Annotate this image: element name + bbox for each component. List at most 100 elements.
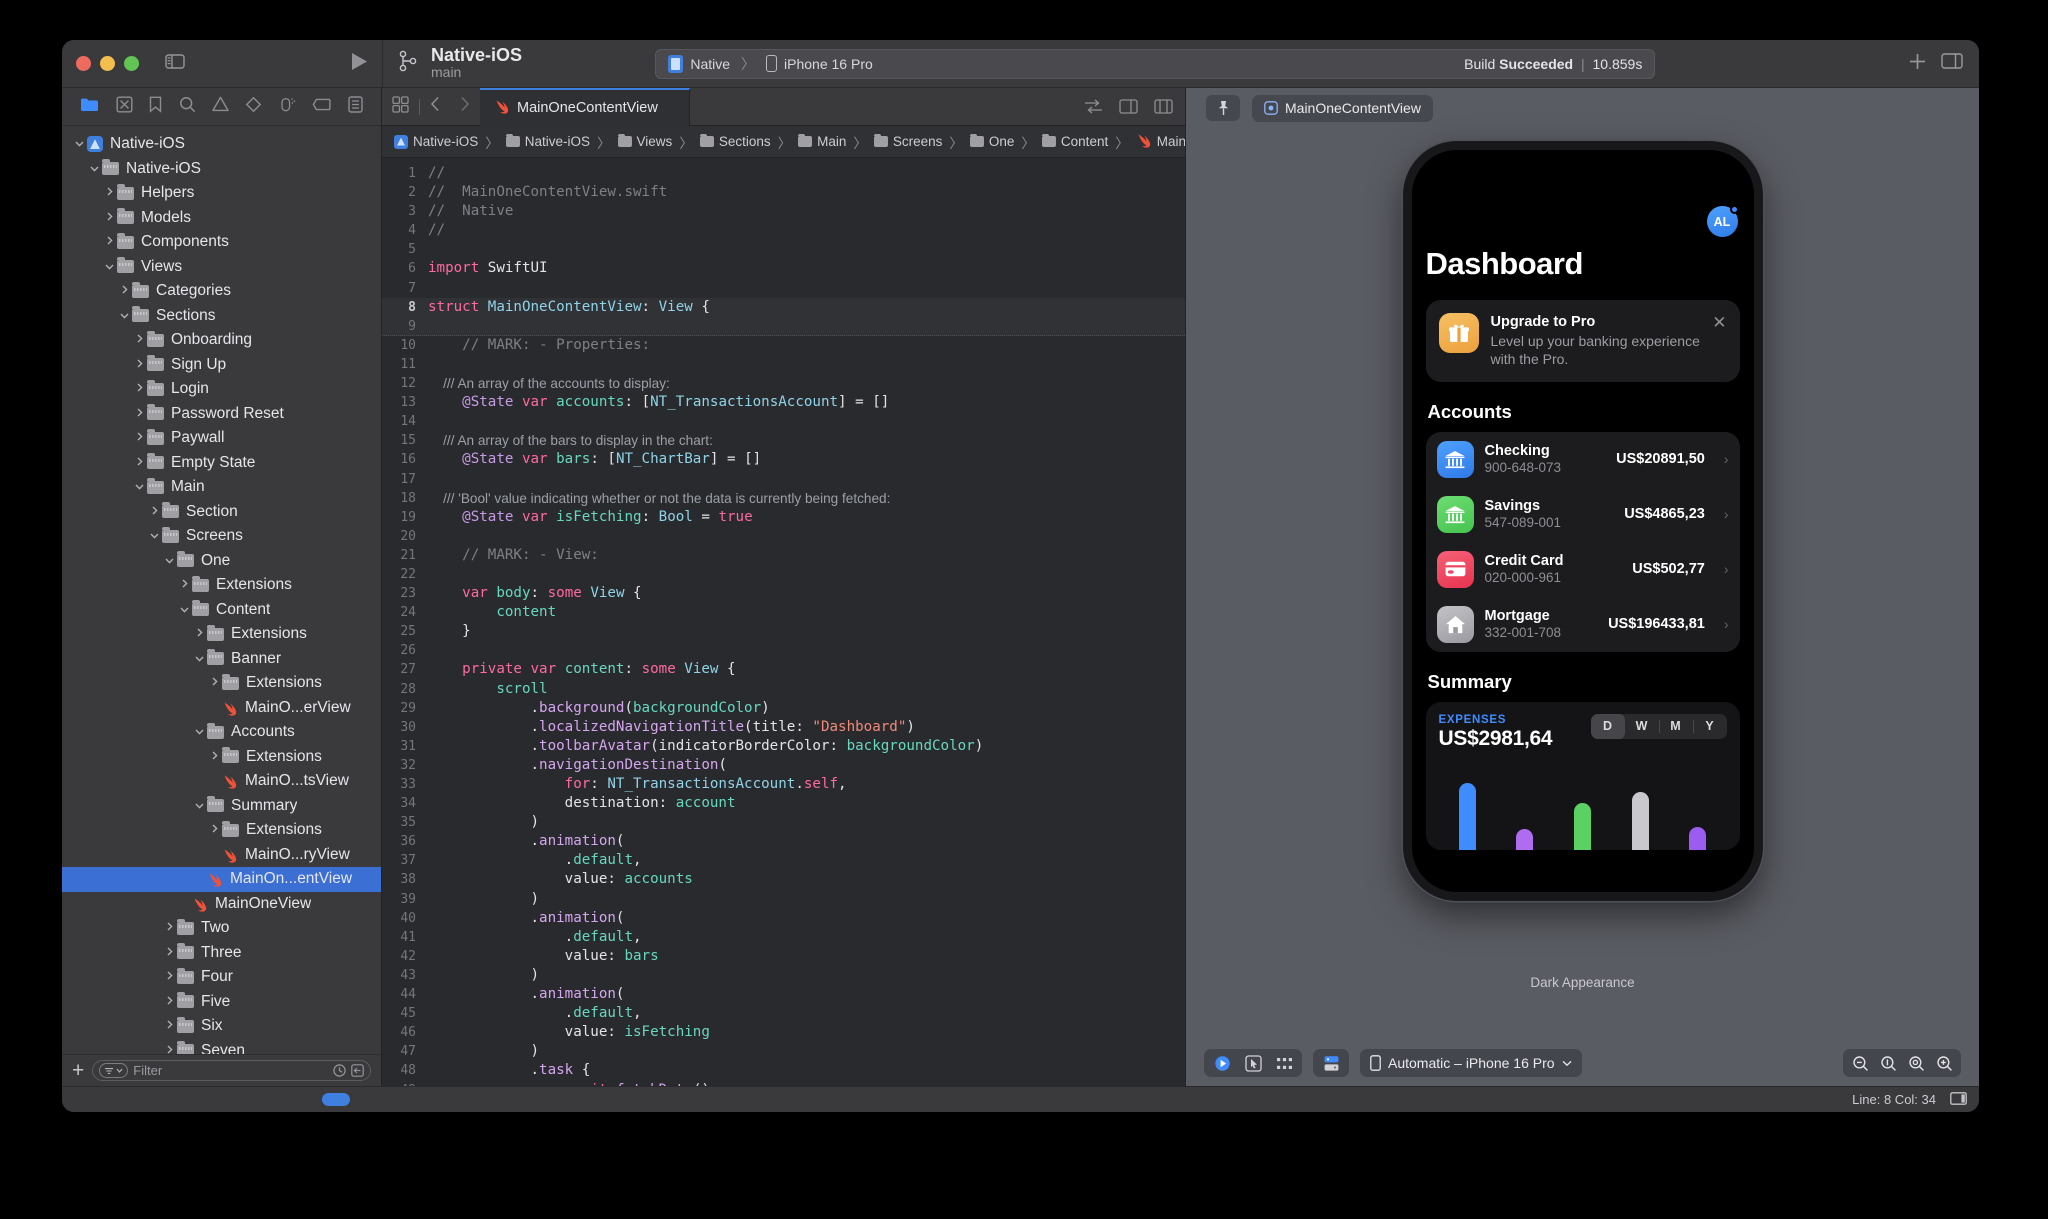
code-line[interactable]: 28 scroll bbox=[382, 680, 1185, 699]
code-line[interactable]: 48 .task { bbox=[382, 1061, 1185, 1080]
tree-row[interactable]: MainO...ryView bbox=[62, 843, 381, 868]
code-line[interactable]: 13 @State var accounts: [NT_Transactions… bbox=[382, 393, 1185, 412]
disclosure-triangle-open[interactable] bbox=[72, 138, 87, 150]
account-row[interactable]: Savings 547-089-001 US$4865,23 › bbox=[1426, 487, 1740, 542]
tree-row[interactable]: Views bbox=[62, 255, 381, 280]
disclosure-triangle-closed[interactable] bbox=[207, 824, 222, 836]
toggle-navigator-icon[interactable] bbox=[165, 53, 185, 74]
source-control-navigator-icon[interactable] bbox=[116, 96, 133, 118]
disclosure-triangle-open[interactable] bbox=[162, 555, 177, 567]
editor-options-icon[interactable] bbox=[382, 95, 419, 118]
add-file-button[interactable]: + bbox=[72, 1060, 84, 1081]
tree-row[interactable]: Banner bbox=[62, 647, 381, 672]
tree-row[interactable]: Six bbox=[62, 1014, 381, 1039]
filter-right-icons[interactable] bbox=[333, 1064, 364, 1077]
code-line[interactable]: 25 } bbox=[382, 622, 1185, 641]
tree-row[interactable]: Screens bbox=[62, 524, 381, 549]
disclosure-triangle-closed[interactable] bbox=[132, 334, 147, 346]
code-line[interactable]: 16 @State var bars: [NT_ChartBar] = [] bbox=[382, 450, 1185, 469]
tree-row[interactable]: Three bbox=[62, 941, 381, 966]
window-controls[interactable] bbox=[76, 56, 139, 71]
tree-row[interactable]: Onboarding bbox=[62, 328, 381, 353]
zoom-out-icon[interactable] bbox=[1846, 1052, 1874, 1074]
code-line[interactable]: 43 ) bbox=[382, 966, 1185, 985]
code-line[interactable]: 26 bbox=[382, 641, 1185, 660]
bookmark-navigator-icon[interactable] bbox=[149, 96, 162, 118]
tree-row[interactable]: Seven bbox=[62, 1039, 381, 1054]
pin-preview-button[interactable] bbox=[1206, 95, 1240, 121]
disclosure-triangle-closed[interactable] bbox=[132, 408, 147, 420]
code-line[interactable]: 30 .localizedNavigationTitle(title: "Das… bbox=[382, 718, 1185, 737]
toggle-inspector-icon[interactable] bbox=[1941, 53, 1963, 74]
code-line[interactable]: 31 .toolbarAvatar(indicatorBorderColor: … bbox=[382, 737, 1185, 756]
code-line[interactable]: 19 @State var isFetching: Bool = true bbox=[382, 508, 1185, 527]
code-line[interactable]: 33 for: NT_TransactionsAccount.self, bbox=[382, 775, 1185, 794]
filter-input[interactable]: Filter bbox=[92, 1060, 371, 1081]
breadcrumb-item[interactable]: Content bbox=[1041, 133, 1108, 149]
device-settings-icon[interactable] bbox=[1317, 1052, 1345, 1074]
code-line[interactable]: 40 .animation( bbox=[382, 909, 1185, 928]
disclosure-triangle-closed[interactable] bbox=[192, 628, 207, 640]
code-line[interactable]: 5 bbox=[382, 240, 1185, 259]
tree-row[interactable]: Paywall bbox=[62, 426, 381, 451]
disclosure-triangle-closed[interactable] bbox=[132, 457, 147, 469]
account-row[interactable]: Credit Card 020-000-961 US$502,77 › bbox=[1426, 542, 1740, 597]
disclosure-triangle-closed[interactable] bbox=[132, 432, 147, 444]
code-line[interactable]: 44 .animation( bbox=[382, 985, 1185, 1004]
disclosure-triangle-closed[interactable] bbox=[132, 383, 147, 395]
zoom-controls[interactable] bbox=[1843, 1049, 1961, 1077]
disclosure-triangle-closed[interactable] bbox=[102, 236, 117, 248]
zoom-100-icon[interactable] bbox=[1902, 1052, 1930, 1074]
tree-row[interactable]: MainO...erView bbox=[62, 696, 381, 721]
code-line[interactable]: 34 destination: account bbox=[382, 794, 1185, 813]
disclosure-triangle-closed[interactable] bbox=[162, 1045, 177, 1054]
breadcrumb-item[interactable]: Views bbox=[617, 133, 672, 149]
code-line[interactable]: 9 bbox=[382, 316, 1185, 336]
account-row[interactable]: Mortgage 332-001-708 US$196433,81 › bbox=[1426, 597, 1740, 652]
run-button[interactable] bbox=[350, 52, 368, 76]
disclosure-triangle-closed[interactable] bbox=[207, 677, 222, 689]
disclosure-triangle-closed[interactable] bbox=[162, 996, 177, 1008]
code-line[interactable]: 12 /// An array of the accounts to displ… bbox=[382, 374, 1185, 393]
breadcrumb-item[interactable]: Native-iOS bbox=[394, 134, 478, 149]
back-icon[interactable] bbox=[420, 96, 450, 117]
disclosure-triangle-open[interactable] bbox=[192, 653, 207, 665]
tree-row[interactable]: Empty State bbox=[62, 451, 381, 476]
code-line[interactable]: 4 // bbox=[382, 221, 1185, 240]
code-line[interactable]: 45 .default, bbox=[382, 1004, 1185, 1023]
disclosure-triangle-open[interactable] bbox=[87, 163, 102, 175]
code-line[interactable]: 38 value: accounts bbox=[382, 870, 1185, 889]
period-segmented-control[interactable]: DWMY bbox=[1590, 713, 1727, 739]
live-preview-icon[interactable] bbox=[1208, 1052, 1236, 1074]
report-navigator-icon[interactable] bbox=[348, 95, 363, 118]
project-navigator-icon[interactable] bbox=[80, 97, 99, 117]
disclosure-triangle-open[interactable] bbox=[147, 530, 162, 542]
zoom-window-button[interactable] bbox=[124, 56, 139, 71]
code-line[interactable]: 8 struct MainOneContentView: View { bbox=[382, 297, 1185, 317]
breadcrumb[interactable]: Native-iOS 〉 Native-iOS 〉 Views 〉 Sections 〉 Mai… bbox=[382, 126, 1185, 158]
disclosure-triangle-closed[interactable] bbox=[162, 947, 177, 959]
select-mode-icon[interactable] bbox=[1239, 1052, 1267, 1074]
variants-icon[interactable] bbox=[1270, 1052, 1298, 1074]
code-line[interactable]: 15 /// An array of the bars to display i… bbox=[382, 431, 1185, 450]
disclosure-triangle-open[interactable] bbox=[192, 726, 207, 738]
code-line[interactable]: 3 // Native bbox=[382, 202, 1185, 221]
tree-row[interactable]: Extensions bbox=[62, 622, 381, 647]
code-line[interactable]: 46 value: isFetching bbox=[382, 1023, 1185, 1042]
tree-row[interactable]: Content bbox=[62, 598, 381, 623]
add-editor-button[interactable] bbox=[1908, 52, 1927, 76]
tree-row[interactable]: Sign Up bbox=[62, 353, 381, 378]
test-navigator-icon[interactable] bbox=[245, 96, 262, 118]
device-select[interactable]: Automatic – iPhone 16 Pro bbox=[1360, 1049, 1582, 1077]
code-line[interactable]: 23 var body: some View { bbox=[382, 584, 1185, 603]
disclosure-triangle-closed[interactable] bbox=[102, 212, 117, 224]
tree-row[interactable]: Password Reset bbox=[62, 402, 381, 427]
source-code[interactable]: 1 // 2 // MainOneContentView.swift 3 // Nativ… bbox=[382, 158, 1185, 1086]
disclosure-triangle-closed[interactable] bbox=[207, 751, 222, 763]
tree-row[interactable]: Extensions bbox=[62, 573, 381, 598]
scheme-info[interactable]: Native-iOS main bbox=[431, 46, 522, 80]
code-line[interactable]: 20 bbox=[382, 527, 1185, 546]
tree-row[interactable]: Four bbox=[62, 965, 381, 990]
tree-row[interactable]: Main bbox=[62, 475, 381, 500]
editor-tab[interactable]: MainOneContentView bbox=[480, 87, 690, 126]
